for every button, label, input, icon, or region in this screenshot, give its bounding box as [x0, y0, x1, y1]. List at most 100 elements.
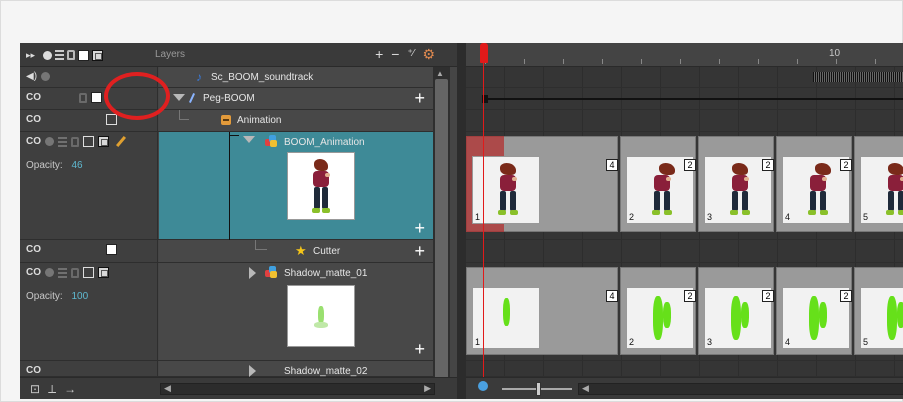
- layer-thumbnail: [287, 285, 355, 347]
- camera-icon[interactable]: ⊡: [30, 382, 40, 397]
- layer-color-icon[interactable]: [106, 114, 117, 125]
- sound-waveform: [813, 72, 903, 82]
- frame-cell[interactable]: 5: [860, 156, 903, 224]
- zoom-slider[interactable]: [502, 382, 572, 396]
- arrow-right-icon[interactable]: →: [64, 382, 76, 397]
- timeline-row-cutter[interactable]: [466, 240, 903, 263]
- timeline-row-peg[interactable]: [466, 88, 903, 110]
- layer-name-area[interactable]: ♪ Sc_BOOM_soundtrack: [159, 67, 433, 87]
- layer-row-animation[interactable]: CO Animation: [20, 110, 433, 132]
- frame-number: 1: [475, 337, 481, 347]
- lock-icon[interactable]: [79, 92, 87, 103]
- expand-icon[interactable]: [249, 365, 256, 377]
- sound-layer-icon: ♪: [196, 70, 202, 84]
- scroll-left-arrow-icon[interactable]: ◀: [164, 383, 171, 394]
- collapse-icon[interactable]: [243, 136, 255, 143]
- timeline-horizontal-scrollbar[interactable]: ◀: [578, 383, 903, 395]
- lock-icon[interactable]: [71, 136, 79, 147]
- thumbnail-icon[interactable]: [92, 49, 103, 61]
- layer-name-area[interactable]: Animation: [159, 110, 433, 131]
- scroll-right-arrow-icon[interactable]: ▶: [424, 383, 431, 394]
- zoom-slider-knob[interactable]: [536, 382, 541, 396]
- layers-vertical-scrollbar[interactable]: ▲: [433, 67, 450, 379]
- add-child-button[interactable]: +: [414, 89, 425, 107]
- layer-row-cutter[interactable]: CO ★ Cutter +: [20, 240, 433, 263]
- playhead-handle[interactable]: [480, 43, 488, 63]
- matte-drawing: [819, 302, 827, 328]
- add-peg-button[interactable]: ⁺⁄: [407, 47, 414, 61]
- scroll-up-arrow-icon[interactable]: ▲: [436, 69, 444, 78]
- lock-all-icon[interactable]: [67, 50, 75, 60]
- show-all-icon[interactable]: [43, 50, 52, 60]
- layer-row-peg-boom[interactable]: CO Peg-BOOM +: [20, 88, 433, 110]
- layers-horizontal-scrollbar[interactable]: ◀ ▶: [160, 383, 435, 395]
- pencil-icon[interactable]: [115, 135, 127, 148]
- opacity-value[interactable]: 100: [71, 291, 88, 302]
- layer-name-area[interactable]: Peg-BOOM +: [159, 88, 433, 109]
- outline-icon[interactable]: [58, 267, 67, 278]
- add-child-button[interactable]: +: [414, 219, 425, 237]
- playhead-line[interactable]: [483, 43, 484, 377]
- layer-name-area[interactable]: Shadow_matte_01 +: [159, 263, 433, 360]
- layer-name: Peg-BOOM: [203, 93, 255, 104]
- scroll-left-arrow-icon[interactable]: ◀: [582, 383, 589, 394]
- layer-row-shadow-matte-01[interactable]: CO Opacity: 100 Shadow_matte_01 +: [20, 263, 433, 361]
- layer-row-shadow-matte-02[interactable]: CO Shadow_matte_02: [20, 361, 433, 377]
- timeline-panel: 10 1 2 4 3 2 4 2 5 2 1 2 4 3 2 4 2 5 2 ◀: [466, 43, 903, 399]
- panel-splitter[interactable]: [457, 43, 466, 399]
- hold-count-badge: 2: [762, 290, 774, 302]
- speaker-icon[interactable]: ◀): [26, 71, 37, 82]
- timeline-row-shadow-matte-01[interactable]: 1 2 4 3 2 4 2 5 2: [466, 263, 903, 361]
- layer-name-area[interactable]: BOOM_Animation +: [159, 132, 433, 240]
- layer-color-icon[interactable]: [91, 92, 102, 103]
- layer-name-area[interactable]: Shadow_matte_02: [159, 361, 433, 377]
- thumbnail-icon[interactable]: [98, 136, 109, 147]
- layer-properties-button[interactable]: ⚙: [422, 47, 435, 61]
- expand-icon[interactable]: [249, 267, 256, 279]
- frame-number: 3: [707, 337, 713, 347]
- solo-icon[interactable]: [45, 137, 54, 146]
- visibility-icon[interactable]: CO: [26, 267, 41, 278]
- matte-drawing: [663, 302, 671, 328]
- visibility-icon[interactable]: CO: [26, 365, 41, 376]
- delete-layer-button[interactable]: −: [391, 47, 399, 61]
- timeline-row-boom-animation[interactable]: 1 24 32 42 5 2: [466, 132, 903, 240]
- annotation-highlight-circle: [104, 72, 170, 120]
- zoom-icon[interactable]: ⟂: [48, 382, 56, 397]
- outline-icon[interactable]: [58, 136, 67, 147]
- show-all-outline-icon[interactable]: [55, 50, 64, 60]
- tree-connector: [229, 135, 239, 136]
- mute-icon[interactable]: [41, 72, 51, 81]
- frame-number: 2: [629, 337, 635, 347]
- ruler-tick: [758, 59, 759, 64]
- add-child-button[interactable]: +: [414, 242, 425, 260]
- collapse-icon[interactable]: [173, 94, 185, 101]
- frame-cell[interactable]: 5: [860, 287, 903, 349]
- visibility-icon[interactable]: CO: [26, 92, 41, 103]
- animate-mode-icon[interactable]: ▸▸: [26, 50, 40, 61]
- visibility-icon[interactable]: CO: [26, 244, 41, 255]
- timeline-row-animation[interactable]: [466, 110, 903, 132]
- layer-color-icon[interactable]: [83, 136, 94, 147]
- layer-row-boom-animation[interactable]: CO Opacity: 46 BOOM_Animation +: [20, 132, 433, 240]
- layer-row-soundtrack[interactable]: ◀) ♪ Sc_BOOM_soundtrack: [20, 67, 433, 88]
- layer-toggle-icons: ▸▸: [26, 49, 103, 61]
- frame-ruler[interactable]: 10: [466, 43, 903, 67]
- solo-icon[interactable]: [45, 268, 54, 277]
- visibility-icon[interactable]: CO: [26, 136, 41, 147]
- ruler-tick: [875, 59, 876, 64]
- lock-icon[interactable]: [71, 267, 79, 278]
- add-child-button[interactable]: +: [414, 340, 425, 358]
- thumbnail-icon[interactable]: [98, 267, 109, 278]
- zoom-icon[interactable]: [478, 381, 488, 391]
- layer-color-icon[interactable]: [83, 267, 94, 278]
- scroll-thumb[interactable]: [435, 79, 448, 379]
- layer-color-icon[interactable]: [78, 49, 89, 61]
- add-layer-button[interactable]: +: [375, 47, 383, 61]
- timeline-row-shadow-matte-02[interactable]: [466, 361, 903, 377]
- layer-color-icon[interactable]: [106, 244, 117, 255]
- layer-name-area[interactable]: ★ Cutter +: [159, 240, 433, 262]
- visibility-icon[interactable]: CO: [26, 114, 41, 125]
- opacity-value[interactable]: 46: [71, 160, 82, 171]
- timeline-row-soundtrack[interactable]: [466, 67, 903, 88]
